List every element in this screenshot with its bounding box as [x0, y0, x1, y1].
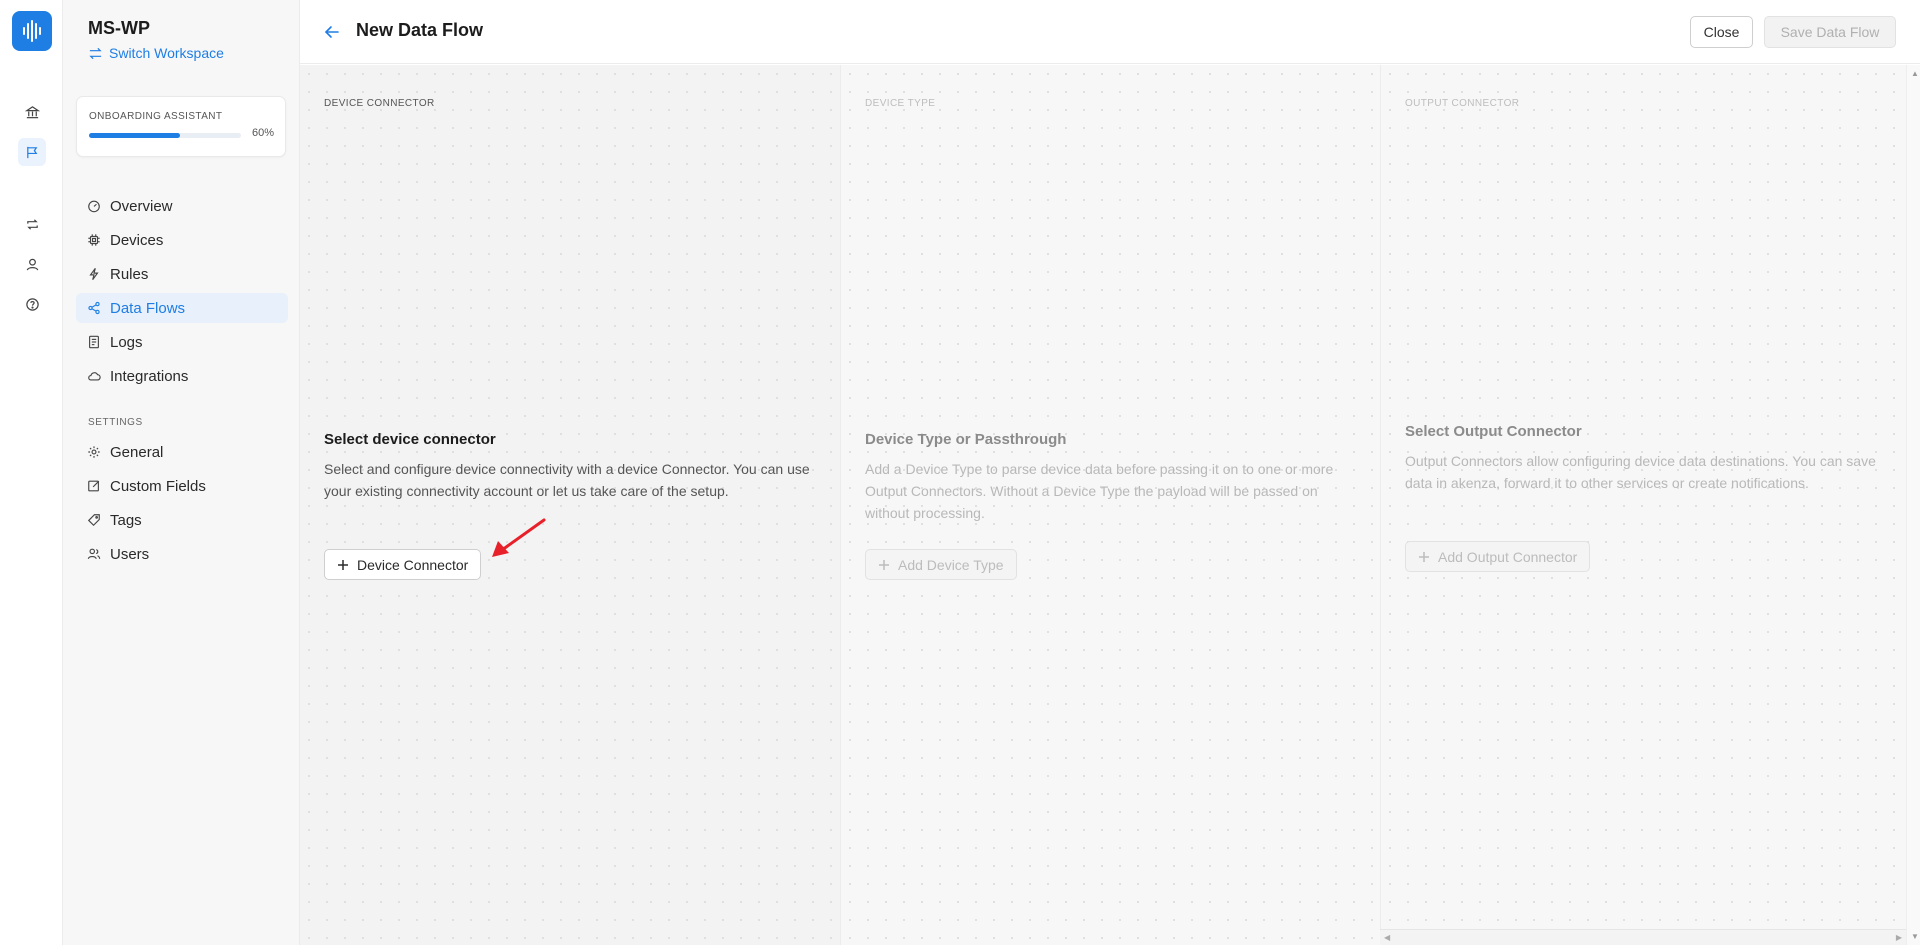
annotation-arrow-icon: [492, 518, 546, 557]
tag-icon: [87, 514, 100, 527]
close-button[interactable]: Close: [1690, 16, 1753, 48]
onboarding-percent: 60%: [251, 127, 274, 139]
add-device-connector-button[interactable]: Device Connector: [324, 549, 482, 580]
output-connector-column: OUTPUT CONNECTOR Select Output Connector…: [1380, 65, 1906, 945]
settings-section-label: SETTINGS: [88, 417, 143, 428]
chip-icon: [88, 234, 100, 246]
plus-icon: [1419, 551, 1429, 562]
add-output-connector-button[interactable]: Add Output Connector: [1405, 541, 1591, 572]
flag-icon[interactable]: [18, 138, 46, 166]
column-description: Output Connectors allow configuring devi…: [1405, 453, 1876, 491]
page-header: New Data Flow Close Save Data Flow: [300, 0, 1920, 64]
share-nodes-icon: [88, 301, 100, 315]
log-file-icon: [89, 335, 99, 349]
scroll-right-icon[interactable]: ▶: [1896, 933, 1902, 942]
scroll-down-icon[interactable]: ▼: [1911, 932, 1919, 941]
horizontal-scrollbar[interactable]: ◀ ▶: [1380, 929, 1906, 945]
column-title: Select device connector: [324, 431, 496, 448]
button-label: Device Connector: [357, 556, 469, 573]
onboarding-assistant-card[interactable]: ONBOARDING ASSISTANT 60%: [76, 96, 286, 157]
device-connector-column: DEVICE CONNECTOR Select device connector…: [300, 65, 840, 945]
button-label: Add Device Type: [898, 556, 1004, 573]
scroll-up-icon[interactable]: ▲: [1911, 69, 1919, 78]
nav-item-rules[interactable]: Rules: [76, 259, 288, 289]
nav-item-integrations[interactable]: Integrations: [76, 361, 288, 391]
lightning-icon: [89, 267, 99, 281]
save-data-flow-button[interactable]: Save Data Flow: [1764, 16, 1896, 48]
nav-item-data-flows[interactable]: Data Flows: [76, 293, 288, 323]
nav-item-overview[interactable]: Overview: [76, 191, 288, 221]
button-label: Add Output Connector: [1438, 548, 1578, 565]
nav-item-label: Devices: [110, 231, 164, 249]
nav-item-tags[interactable]: Tags: [76, 505, 288, 535]
help-icon[interactable]: [18, 290, 46, 318]
switch-workspace-link[interactable]: Switch Workspace: [88, 45, 224, 61]
cloud-icon: [88, 372, 101, 381]
user-icon[interactable]: [18, 250, 46, 278]
logo-icon[interactable]: [12, 11, 52, 51]
plus-icon: [338, 559, 348, 570]
nav-item-devices[interactable]: Devices: [76, 225, 288, 255]
onboarding-progress-fill: [89, 133, 181, 138]
column-description: Add a Device Type to parse device data b…: [865, 461, 1334, 521]
icon-rail: [0, 0, 63, 945]
nav-item-custom-fields[interactable]: Custom Fields: [76, 471, 288, 501]
column-label: OUTPUT CONNECTOR: [1405, 98, 1520, 109]
users-icon: [87, 548, 101, 560]
add-device-type-button[interactable]: Add Device Type: [865, 549, 1017, 580]
column-description: Select and configure device connectivity…: [324, 461, 810, 499]
nav-item-users[interactable]: Users: [76, 539, 288, 569]
nav-item-label: Overview: [110, 197, 173, 215]
column-title: Device Type or Passthrough: [865, 431, 1067, 448]
switch-workspace-label: Switch Workspace: [109, 45, 224, 61]
nav-item-label: Integrations: [110, 367, 189, 385]
nav-item-label: General: [110, 443, 164, 461]
workspace-name: MS-WP: [88, 18, 150, 38]
column-label: DEVICE CONNECTOR: [324, 98, 435, 109]
switch-arrows-icon: [89, 47, 102, 59]
edit-icon: [88, 480, 100, 492]
vertical-scrollbar[interactable]: ▲ ▼: [1906, 65, 1920, 945]
data-flow-canvas: DEVICE CONNECTOR Select device connector…: [300, 65, 1906, 945]
nav-item-label: Custom Fields: [110, 477, 206, 495]
column-title: Select Output Connector: [1405, 423, 1582, 440]
scroll-left-icon[interactable]: ◀: [1384, 933, 1390, 942]
back-arrow-icon[interactable]: [322, 22, 342, 42]
sidebar: MS-WP Switch Workspace ONBOARDING ASSIST…: [63, 0, 300, 945]
column-label: DEVICE TYPE: [865, 98, 936, 109]
gear-icon: [88, 446, 100, 458]
page-title: New Data Flow: [356, 20, 484, 40]
nav-item-label: Tags: [110, 511, 142, 529]
nav-item-label: Logs: [110, 333, 143, 351]
plus-icon: [879, 559, 889, 570]
nav-item-label: Rules: [110, 265, 149, 283]
nav-item-label: Users: [110, 545, 150, 563]
device-type-column: DEVICE TYPE Device Type or Passthrough A…: [840, 65, 1380, 945]
home-bank-icon[interactable]: [18, 98, 46, 126]
onboarding-progress-bar: [89, 133, 241, 138]
nav-item-general[interactable]: General: [76, 437, 288, 467]
nav-item-label: Data Flows: [110, 299, 186, 317]
repeat-icon[interactable]: [18, 210, 46, 238]
nav-item-logs[interactable]: Logs: [76, 327, 288, 357]
gauge-icon: [88, 200, 100, 213]
onboarding-label: ONBOARDING ASSISTANT: [89, 111, 223, 122]
